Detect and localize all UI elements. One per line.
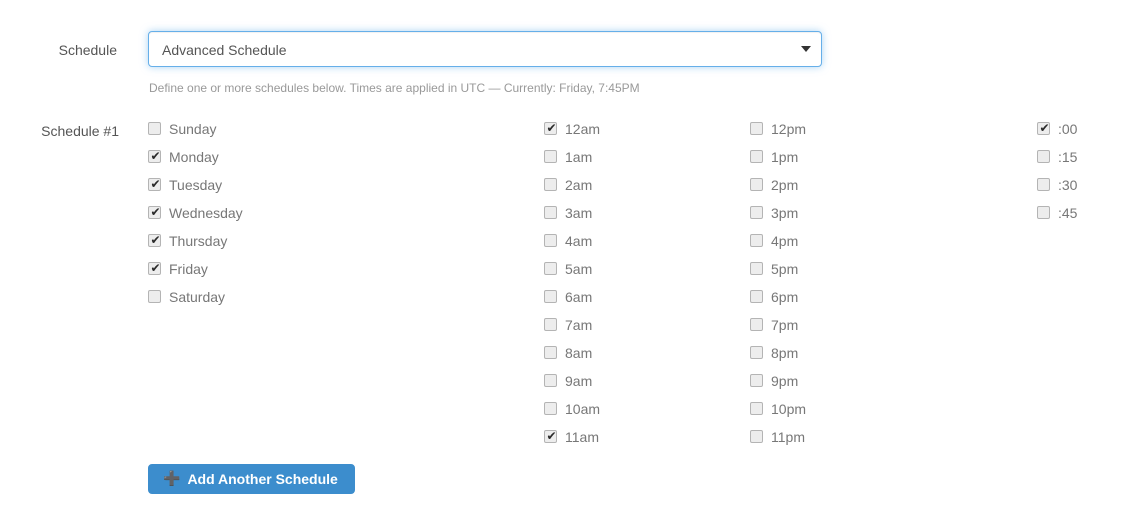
hour-am-checkbox-label: 2am	[565, 177, 593, 193]
checkbox-unchecked-icon[interactable]	[750, 178, 763, 191]
hour-pm-checkbox-label: 9pm	[771, 373, 799, 389]
schedule-select-wrapper: Advanced Schedule	[148, 31, 822, 67]
checkbox-checked-icon[interactable]	[148, 204, 162, 220]
checkbox-unchecked-icon[interactable]	[1037, 178, 1050, 191]
schedule-1-block: Schedule #1 Sunday Monday Tuesday Wednesday…	[0, 120, 1130, 460]
day-checkbox-label: Saturday	[169, 289, 226, 305]
hour-am-checkbox-label: 10am	[565, 401, 601, 417]
hour-pm-checkbox-label: 12pm	[771, 121, 807, 137]
checkbox-unchecked-icon[interactable]	[544, 318, 557, 331]
checkbox-unchecked-icon[interactable]	[544, 262, 557, 275]
checkbox-unchecked-icon[interactable]	[148, 290, 161, 303]
hour-am-checkbox-label: 9am	[565, 373, 593, 389]
checkbox-unchecked-icon[interactable]	[750, 318, 763, 331]
checkbox-unchecked-icon[interactable]	[750, 234, 763, 247]
hour-pm-checkbox-label: 5pm	[771, 261, 799, 277]
hour-am-checkbox-label: 3am	[565, 205, 593, 221]
checkbox-unchecked-icon[interactable]	[750, 374, 763, 387]
checkbox-unchecked-icon[interactable]	[544, 178, 557, 191]
day-checkbox-label: Wednesday	[169, 205, 243, 221]
chevron-down-icon	[801, 46, 811, 52]
schedule-1-label: Schedule #1	[41, 123, 119, 139]
day-checkbox-label: Friday	[169, 261, 208, 277]
checkbox-unchecked-icon[interactable]	[544, 290, 557, 303]
hour-pm-checkbox-label: 7pm	[771, 317, 799, 333]
day-checkbox-label: Sunday	[169, 121, 217, 137]
hour-am-checkbox-label: 6am	[565, 289, 593, 305]
hour-pm-checkbox-label: 11pm	[771, 429, 805, 445]
hour-am-checkbox-label: 5am	[565, 261, 593, 277]
checkbox-checked-icon[interactable]	[544, 120, 558, 136]
hour-pm-checkbox-label: 6pm	[771, 289, 799, 305]
hour-pm-checkbox-label: 10pm	[771, 401, 807, 417]
minute-checkbox-label: :15	[1058, 149, 1078, 165]
checkbox-unchecked-icon[interactable]	[750, 206, 763, 219]
hour-am-checkbox-label: 4am	[565, 233, 593, 249]
plus-icon: ➕	[163, 471, 181, 487]
hour-pm-checkbox-label: 1pm	[771, 149, 799, 165]
schedule-type-row: Schedule Advanced Schedule Define one or…	[0, 0, 1130, 110]
checkbox-checked-icon[interactable]	[148, 232, 162, 248]
checkbox-unchecked-icon[interactable]	[750, 430, 763, 443]
checkbox-unchecked-icon[interactable]	[750, 262, 763, 275]
add-another-schedule-button[interactable]: ➕ Add Another Schedule	[148, 464, 355, 494]
hour-pm-checkbox-label: 8pm	[771, 345, 799, 361]
hour-pm-checkbox-label: 4pm	[771, 233, 799, 249]
hour-pm-checkbox-label: 3pm	[771, 205, 799, 221]
minute-checkbox-label: :00	[1058, 121, 1078, 137]
checkbox-unchecked-icon[interactable]	[544, 150, 557, 163]
schedule-select-value: Advanced Schedule	[162, 42, 287, 58]
checkbox-checked-icon[interactable]	[148, 176, 162, 192]
checkbox-unchecked-icon[interactable]	[544, 234, 557, 247]
checkbox-unchecked-icon[interactable]	[1037, 150, 1050, 163]
checkbox-unchecked-icon[interactable]	[148, 122, 161, 135]
add-another-schedule-label: Add Another Schedule	[187, 471, 338, 487]
day-checkbox-label: Monday	[169, 149, 219, 165]
checkbox-checked-icon[interactable]	[148, 148, 162, 164]
minute-checkbox-label: :45	[1058, 205, 1078, 221]
hour-am-checkbox-label: 7am	[565, 317, 593, 333]
checkbox-unchecked-icon[interactable]	[544, 206, 557, 219]
hour-am-checkbox-label: 8am	[565, 345, 593, 361]
day-checkbox-label: Thursday	[169, 233, 228, 249]
hour-am-checkbox-label: 12am	[565, 121, 601, 137]
hour-pm-checkbox-label: 2pm	[771, 177, 799, 193]
checkbox-unchecked-icon[interactable]	[750, 122, 763, 135]
checkbox-unchecked-icon[interactable]	[544, 402, 557, 415]
checkbox-unchecked-icon[interactable]	[544, 374, 557, 387]
checkbox-checked-icon[interactable]	[544, 428, 558, 444]
checkbox-unchecked-icon[interactable]	[750, 150, 763, 163]
checkbox-unchecked-icon[interactable]	[1037, 206, 1050, 219]
checkbox-unchecked-icon[interactable]	[750, 402, 763, 415]
hour-am-checkbox-label: 1am	[565, 149, 593, 165]
minute-checkbox-label: :30	[1058, 177, 1078, 193]
checkbox-checked-icon[interactable]	[148, 260, 162, 276]
checkbox-unchecked-icon[interactable]	[750, 290, 763, 303]
schedule-select[interactable]: Advanced Schedule	[148, 31, 822, 67]
checkbox-unchecked-icon[interactable]	[544, 346, 557, 359]
day-checkbox-label: Tuesday	[169, 177, 223, 193]
schedule-label: Schedule	[58, 42, 117, 58]
hour-am-checkbox-label: 11am	[565, 429, 599, 445]
checkbox-checked-icon[interactable]	[1037, 120, 1051, 136]
schedule-help-text: Define one or more schedules below. Time…	[149, 81, 640, 95]
checkbox-unchecked-icon[interactable]	[750, 346, 763, 359]
